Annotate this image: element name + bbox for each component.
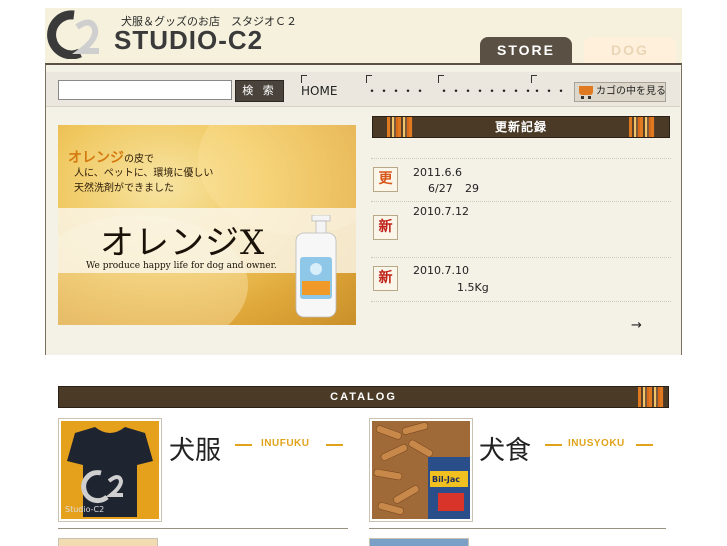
update-date: 2010.7.12 xyxy=(413,205,469,218)
update-entry[interactable]: 更 2011.6.6 6/27 29 xyxy=(371,158,671,205)
c2-logo-icon[interactable] xyxy=(47,9,103,59)
nav-link-2-label: ・・・・・ xyxy=(366,84,427,98)
arrow-icon xyxy=(438,75,444,83)
update-date: 2011.6.6 xyxy=(413,166,462,179)
orange-x-banner[interactable]: オレンジの皮で 人に、ペットに、環境に優しい 天然洗剤ができました オレンジX … xyxy=(58,125,356,325)
update-entry[interactable]: 新 2010.7.10 1.5Kg xyxy=(371,257,671,302)
catalog-item-inufuku[interactable]: Studio-C2 犬服 INUFUKU xyxy=(58,416,348,529)
catalog-item-subtitle: INUFUKU xyxy=(261,438,310,449)
update-date: 2010.7.10 xyxy=(413,264,469,277)
dash-decoration xyxy=(326,444,343,446)
catalog-item-title: 犬食 xyxy=(479,436,532,466)
update-badge: 更 xyxy=(373,167,398,192)
site-header: 犬服＆グッズのお店 スタジオＣ２ STUDIO-C2 STORE DOG xyxy=(45,8,682,63)
dash-decoration xyxy=(636,444,653,446)
inusyoku-thumbnail[interactable]: Bil-Jac xyxy=(369,418,473,522)
arrow-icon xyxy=(301,75,307,83)
brand-name[interactable]: STUDIO-C2 xyxy=(114,25,263,56)
catalog-title: CATALOG xyxy=(330,391,397,403)
search-input[interactable] xyxy=(58,80,232,100)
banner-line-2: 人に、ペットに、環境に優しい xyxy=(74,168,214,179)
banner-tagline: We produce happy life for dog and owner. xyxy=(86,261,277,271)
dog-food-icon xyxy=(372,421,470,519)
update-text: 1.5Kg xyxy=(457,281,489,294)
banner-line-3: 天然洗剤ができました xyxy=(74,183,174,194)
updates-title: 更新記録 xyxy=(494,120,547,134)
search-button[interactable]: 検 索 xyxy=(235,80,284,102)
tab-store[interactable]: STORE xyxy=(480,37,572,63)
divider xyxy=(371,301,671,302)
update-text: 29 xyxy=(465,182,479,195)
nav-link-4[interactable]: ・・・ xyxy=(531,75,567,98)
dash-decoration xyxy=(545,444,562,446)
arrow-icon xyxy=(531,75,537,83)
inufuku-thumbnail[interactable]: Studio-C2 xyxy=(58,418,162,522)
nav-link-3-label: ・・・・・・・・ xyxy=(438,84,535,98)
dash-decoration xyxy=(235,444,252,446)
arrow-icon xyxy=(366,75,372,83)
catalog-item-subtitle: INUSYOKU xyxy=(568,438,625,449)
catalog-item-title: 犬服 xyxy=(169,436,222,466)
thumb-caption: Bil-Jac xyxy=(432,475,461,484)
updates-header: 更新記録 xyxy=(372,116,670,138)
soap-bottle-icon xyxy=(295,215,337,318)
nav-link-4-label: ・・・ xyxy=(531,84,568,98)
tab-dog[interactable]: DOG xyxy=(584,37,676,63)
new-badge: 新 xyxy=(373,266,398,291)
catalog-header: CATALOG xyxy=(58,386,669,408)
nav-link-3[interactable]: ・・・・・・・・ xyxy=(438,75,534,98)
nav-home-label: HOME xyxy=(301,84,338,98)
update-text: 6/27 xyxy=(428,182,453,195)
cart-label: カゴの中を見る xyxy=(596,86,666,97)
catalog-item-inusyoku[interactable]: Bil-Jac 犬食 INUSYOKU xyxy=(369,416,666,529)
update-entry[interactable]: 新 2010.7.12 xyxy=(371,201,671,258)
nav-link-2[interactable]: ・・・・・ xyxy=(366,75,426,98)
view-cart-button[interactable]: カゴの中を見る xyxy=(574,82,666,102)
nav-home-link[interactable]: HOME xyxy=(301,75,337,98)
cart-icon xyxy=(579,86,593,99)
new-badge: 新 xyxy=(373,215,398,240)
banner-product-name: オレンジX xyxy=(100,223,266,263)
more-updates-link[interactable]: → xyxy=(631,318,642,333)
thumb-caption: Studio-C2 xyxy=(65,505,105,514)
